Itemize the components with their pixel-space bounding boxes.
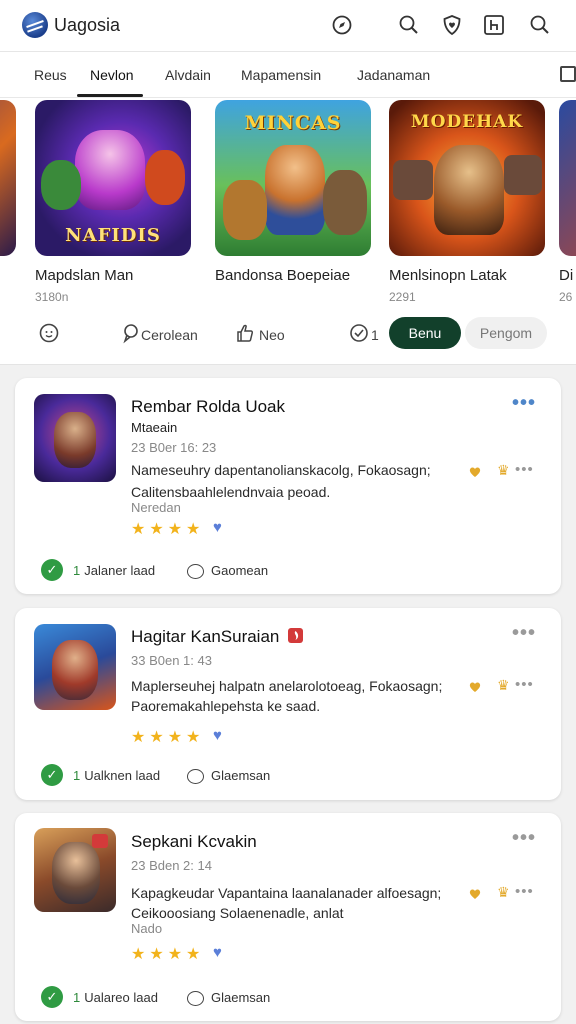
post-timestamp: 23 B0er 16: 23 [131, 440, 217, 455]
post-card[interactable]: Rembar Rolda Uoak Mtaeain 23 B0er 16: 23… [15, 378, 561, 594]
game-art-image: MINCAS [215, 100, 371, 256]
favorite-icon[interactable]: ♥ [213, 944, 222, 961]
rating-stars: ★★★★ [131, 729, 205, 746]
tab-overflow-icon[interactable] [560, 66, 576, 82]
post-body-line: Nameseuhry dapentanolianskacolg, Fokaosa… [131, 462, 431, 478]
game-art-image: NAFIDIS [35, 100, 191, 256]
verified-check-icon: ✓ [41, 986, 63, 1008]
reply-count: 1 [371, 327, 379, 343]
post-tag: Neredan [131, 500, 181, 515]
post-title[interactable]: Hagitar KanSuraian [131, 627, 279, 647]
more-small-icon[interactable]: ••• [515, 676, 534, 693]
rating-stars: ★★★★ [131, 946, 205, 963]
post-card[interactable]: Hagitar KanSuraian 33 B0en 1: 43 ••• Map… [15, 608, 561, 800]
post-body-line: Calitensbaahlelendnvaia peoad. [131, 484, 331, 500]
game-card-partial-right[interactable]: Di 26 [559, 100, 576, 304]
app-bar: Uagosia [0, 0, 576, 52]
tab-alvdain[interactable]: Alvdain [165, 67, 211, 83]
favorite-icon[interactable]: ♥ [213, 519, 222, 536]
post-tag: Nado [131, 921, 163, 936]
heart-badge-icon [469, 467, 481, 477]
more-small-icon[interactable]: ••• [515, 883, 534, 900]
post-body-line: Kapagkeudar Vapantaina laanalanader alfo… [131, 885, 442, 901]
tab-nevlon[interactable]: Nevlon [90, 67, 134, 83]
active-tab-indicator [77, 94, 143, 97]
tab-jadanaman[interactable]: Jadanaman [357, 67, 430, 83]
post-comment-label[interactable]: Glaemsan [211, 990, 270, 1005]
comment-icon[interactable] [121, 322, 143, 344]
game-name: Bandonsa Boepeiae [215, 267, 351, 284]
comment-label[interactable]: Cerolean [141, 327, 198, 343]
post-body-line: Paoremakahlepehsta ke saad. [131, 698, 321, 714]
more-options-icon[interactable]: ••• [512, 622, 536, 645]
tab-reus[interactable]: Reus [34, 67, 67, 83]
game-card-partial-left[interactable] [0, 100, 16, 256]
post-thumbnail[interactable] [34, 394, 116, 482]
post-body-line: Ceikooosiang Solaenenadle, anlat [131, 905, 344, 921]
crown-badge-icon: ♛ [497, 884, 510, 900]
game-art-banner: MODEHAK [410, 112, 524, 132]
game-art-image [0, 100, 16, 256]
game-art-banner: NAFIDIS [65, 225, 161, 246]
game-art-banner: MINCAS [244, 112, 342, 134]
game-card[interactable]: MODEHAK Menlsinopn Latak 2291 [389, 100, 545, 304]
post-thumbnail[interactable] [34, 828, 116, 912]
like-icon[interactable] [234, 322, 256, 344]
search-icon[interactable] [396, 12, 422, 38]
post-timestamp: 33 B0en 1: 43 [131, 653, 212, 668]
game-meta: 3180n [35, 290, 69, 304]
game-art-image: MODEHAK [389, 100, 545, 256]
post-title[interactable]: Rembar Rolda Uoak [131, 397, 285, 417]
tab-mapamensin[interactable]: Mapamensin [241, 67, 321, 83]
compass-icon[interactable] [329, 12, 355, 38]
like-label[interactable]: Neo [259, 327, 285, 343]
app-title: Uagosia [54, 15, 121, 35]
h-box-icon[interactable] [481, 12, 507, 38]
game-name: Mapdslan Man [35, 267, 134, 284]
primary-button[interactable]: Benu [389, 317, 461, 349]
app-logo-icon[interactable] [22, 12, 48, 38]
post-footer-label[interactable]: 1 Ualareo laad [73, 990, 158, 1005]
heart-shield-icon[interactable] [439, 12, 465, 38]
post-card[interactable]: Sepkani Kcvakin 23 Bden 2: 14 ••• Kapagk… [15, 813, 561, 1021]
favorite-icon[interactable]: ♥ [213, 727, 222, 744]
heart-badge-icon [469, 889, 481, 899]
post-body-line: Maplerseuhej halpatn anelarolotoeag, Fok… [131, 678, 443, 694]
comment-icon[interactable] [187, 991, 204, 1006]
refresh-emoji-icon[interactable] [38, 322, 60, 344]
game-name: Menlsinopn Latak [389, 267, 507, 284]
post-footer-label[interactable]: 1 Jalaner laad [73, 563, 155, 578]
verified-check-icon: ✓ [41, 764, 63, 786]
crown-badge-icon: ♛ [497, 677, 510, 693]
more-small-icon[interactable]: ••• [515, 461, 534, 478]
post-thumbnail[interactable] [34, 624, 116, 710]
reply-count-icon[interactable] [348, 322, 370, 344]
verified-check-icon: ✓ [41, 559, 63, 581]
search-icon[interactable] [527, 12, 553, 38]
hot-badge-icon [288, 628, 303, 643]
game-meta: 26 [559, 290, 573, 304]
post-title[interactable]: Sepkani Kcvakin [131, 832, 257, 852]
crown-badge-icon: ♛ [497, 462, 510, 478]
post-footer-label[interactable]: 1 Ualknen laad [73, 768, 160, 783]
post-timestamp: 23 Bden 2: 14 [131, 858, 212, 873]
game-meta: 2291 [389, 290, 416, 304]
comment-icon[interactable] [187, 564, 204, 579]
more-options-icon[interactable]: ••• [512, 392, 536, 415]
game-art-image [559, 100, 576, 256]
game-card[interactable]: NAFIDIS Mapdslan Man 3180n [35, 100, 191, 304]
secondary-button[interactable]: Pengom [465, 317, 547, 349]
post-subtitle: Mtaeain [131, 420, 178, 435]
post-comment-label[interactable]: Glaemsan [211, 768, 270, 783]
more-options-icon[interactable]: ••• [512, 827, 536, 850]
tab-bar: Reus Nevlon Alvdain Mapamensin Jadanaman [0, 52, 576, 98]
post-comment-label[interactable]: Gaomean [211, 563, 268, 578]
game-name: Di [559, 267, 574, 284]
game-card[interactable]: MINCAS Bandonsa Boepeiae [215, 100, 371, 290]
heart-badge-icon [469, 682, 481, 692]
rating-stars: ★★★★ [131, 521, 205, 538]
comment-icon[interactable] [187, 769, 204, 784]
